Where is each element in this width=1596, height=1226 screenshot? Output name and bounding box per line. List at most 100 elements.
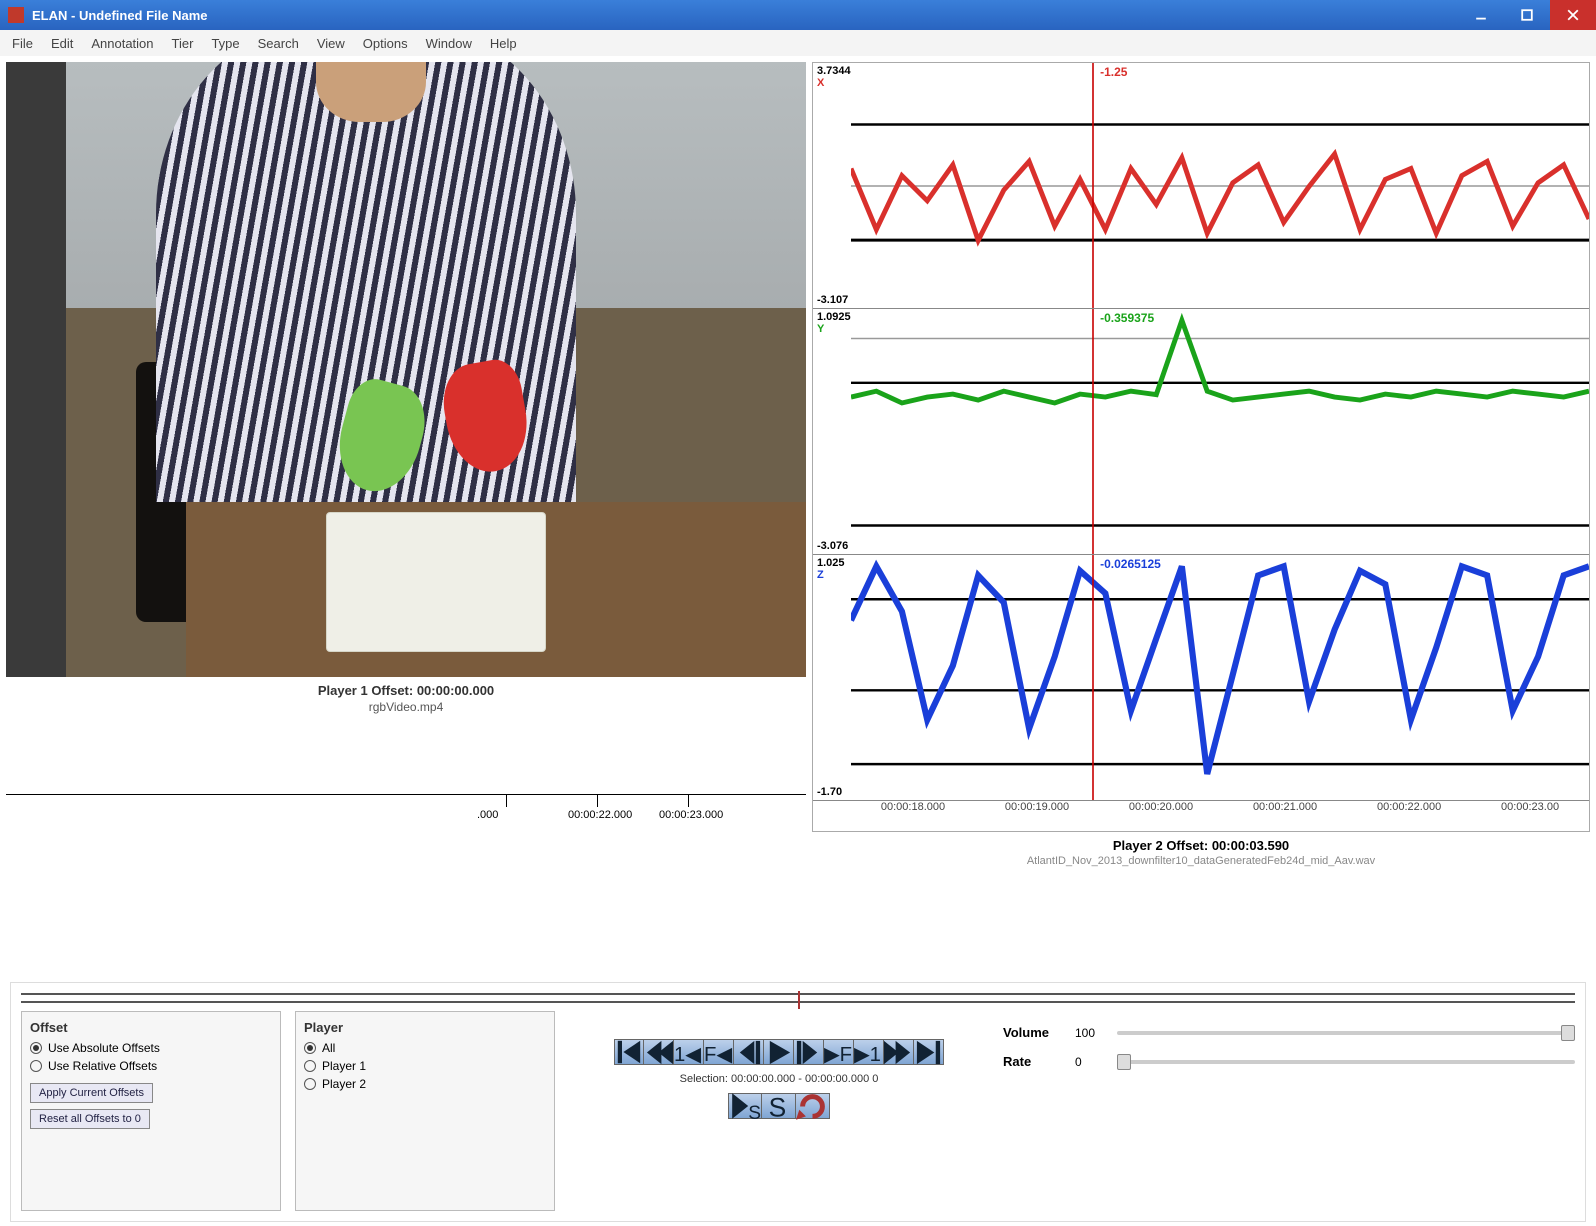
player1-caption: Player 1 Offset: 00:00:00.000 <box>6 683 806 698</box>
rate-value: 0 <box>1075 1055 1105 1069</box>
step-fwd-sec-button[interactable]: ▶1 <box>854 1039 884 1065</box>
playhead[interactable] <box>1092 309 1094 554</box>
radio-icon <box>30 1060 42 1072</box>
ruler-tick: 00:00:22.000 <box>568 809 632 821</box>
menu-file[interactable]: File <box>12 36 33 51</box>
menu-edit[interactable]: Edit <box>51 36 73 51</box>
window-title: ELAN - Undefined File Name <box>32 8 208 23</box>
bottom-panel: Offset Use Absolute Offsets Use Relative… <box>10 982 1586 1222</box>
ruler-tick: .000 <box>477 809 498 821</box>
minimize-button[interactable] <box>1458 0 1504 30</box>
reset-offsets-button[interactable]: Reset all Offsets to 0 <box>30 1109 150 1129</box>
track-y-min: -3.076 <box>817 540 848 552</box>
ruler-tick: 00:00:23.000 <box>659 809 723 821</box>
track-x: 3.7344 X -3.107 -1.25 <box>813 63 1589 309</box>
global-timeline[interactable] <box>21 993 1575 1003</box>
radio-absolute-offsets[interactable]: Use Absolute Offsets <box>30 1041 272 1055</box>
svg-text:▶F: ▶F <box>824 1044 852 1066</box>
prev-scroll-button[interactable] <box>644 1039 674 1065</box>
offset-title: Offset <box>30 1020 272 1035</box>
player2-filename: AtlantID_Nov_2013_downfilter10_dataGener… <box>812 855 1590 867</box>
menu-view[interactable]: View <box>317 36 345 51</box>
svg-text:S: S <box>769 1092 787 1122</box>
step-fwd-frame-button[interactable]: ▶F <box>824 1039 854 1065</box>
volume-value: 100 <box>1075 1026 1105 1040</box>
slider-thumb-icon[interactable] <box>1561 1025 1575 1041</box>
track-x-value: -1.25 <box>1100 65 1127 79</box>
track-y-label: Y <box>817 323 824 335</box>
rate-slider[interactable] <box>1117 1060 1575 1064</box>
time-axis: 00:00:18.000 00:00:19.000 00:00:20.000 0… <box>813 801 1589 831</box>
volume-slider[interactable] <box>1117 1031 1575 1035</box>
time-tick: 00:00:18.000 <box>881 801 945 813</box>
signal-viewer[interactable]: 3.7344 X -3.107 -1.25 1.0925 Y -3.076 -0… <box>812 62 1590 832</box>
track-z-value: -0.0265125 <box>1100 557 1161 571</box>
time-tick: 00:00:23.00 <box>1501 801 1559 813</box>
menubar: File Edit Annotation Tier Type Search Vi… <box>0 30 1596 56</box>
radio-label: Player 2 <box>322 1077 366 1091</box>
player-title: Player <box>304 1020 546 1035</box>
player1-time-ruler[interactable]: .000 00:00:22.000 00:00:23.000 <box>6 794 806 834</box>
rate-label: Rate <box>1003 1054 1063 1069</box>
radio-label: Use Absolute Offsets <box>48 1041 160 1055</box>
radio-player-2[interactable]: Player 2 <box>304 1077 546 1091</box>
svg-text:S: S <box>748 1103 761 1122</box>
volume-label: Volume <box>1003 1025 1063 1040</box>
menu-tier[interactable]: Tier <box>172 36 194 51</box>
loop-mode-button[interactable] <box>796 1093 830 1119</box>
next-pixel-button[interactable] <box>794 1039 824 1065</box>
menu-help[interactable]: Help <box>490 36 517 51</box>
track-z: 1.025 Z -1.70 -0.0265125 <box>813 555 1589 801</box>
radio-icon <box>304 1060 316 1072</box>
timeline-cursor-icon[interactable] <box>798 991 800 1009</box>
radio-player-all[interactable]: All <box>304 1041 546 1055</box>
track-z-max: 1.025 <box>817 557 845 569</box>
play-pause-button[interactable] <box>764 1039 794 1065</box>
app-icon <box>8 7 24 23</box>
offset-panel: Offset Use Absolute Offsets Use Relative… <box>21 1011 281 1211</box>
clear-selection-button[interactable]: S <box>762 1093 796 1119</box>
radio-player-1[interactable]: Player 1 <box>304 1059 546 1073</box>
svg-text:F◀: F◀ <box>704 1044 732 1066</box>
player2-caption: Player 2 Offset: 00:00:03.590 <box>812 838 1590 853</box>
time-tick: 00:00:19.000 <box>1005 801 1069 813</box>
titlebar: ELAN - Undefined File Name <box>0 0 1596 30</box>
selection-readout: Selection: 00:00:00.000 - 00:00:00.000 0 <box>680 1073 879 1085</box>
radio-label: Use Relative Offsets <box>48 1059 157 1073</box>
play-selection-button[interactable]: S <box>728 1093 762 1119</box>
prev-pixel-button[interactable] <box>734 1039 764 1065</box>
radio-label: All <box>322 1041 335 1055</box>
track-x-max: 3.7344 <box>817 65 851 77</box>
next-scroll-button[interactable] <box>884 1039 914 1065</box>
time-tick: 00:00:20.000 <box>1129 801 1193 813</box>
transport-panel: 1◀ F◀ ▶F ▶1 Selection: 00:00:00.000 - 00… <box>569 1011 989 1211</box>
maximize-button[interactable] <box>1504 0 1550 30</box>
menu-annotation[interactable]: Annotation <box>91 36 153 51</box>
sliders-panel: Volume 100 Rate 0 <box>1003 1011 1575 1211</box>
apply-offsets-button[interactable]: Apply Current Offsets <box>30 1083 153 1103</box>
track-y-value: -0.359375 <box>1100 311 1154 325</box>
player-panel: Player All Player 1 Player 2 <box>295 1011 555 1211</box>
playhead[interactable] <box>1092 63 1094 308</box>
radio-icon <box>304 1042 316 1054</box>
radio-relative-offsets[interactable]: Use Relative Offsets <box>30 1059 272 1073</box>
menu-options[interactable]: Options <box>363 36 408 51</box>
menu-window[interactable]: Window <box>426 36 472 51</box>
step-back-frame-button[interactable]: F◀ <box>704 1039 734 1065</box>
close-button[interactable] <box>1550 0 1596 30</box>
radio-label: Player 1 <box>322 1059 366 1073</box>
slider-thumb-icon[interactable] <box>1117 1054 1131 1070</box>
track-y: 1.0925 Y -3.076 -0.359375 <box>813 309 1589 555</box>
time-tick: 00:00:22.000 <box>1377 801 1441 813</box>
radio-icon <box>304 1078 316 1090</box>
track-y-max: 1.0925 <box>817 311 851 323</box>
goto-end-button[interactable] <box>914 1039 944 1065</box>
playhead[interactable] <box>1092 555 1094 800</box>
time-tick: 00:00:21.000 <box>1253 801 1317 813</box>
track-x-min: -3.107 <box>817 294 848 306</box>
goto-start-button[interactable] <box>614 1039 644 1065</box>
step-back-sec-button[interactable]: 1◀ <box>674 1039 704 1065</box>
video-player-1[interactable] <box>6 62 806 677</box>
menu-search[interactable]: Search <box>258 36 299 51</box>
menu-type[interactable]: Type <box>211 36 239 51</box>
